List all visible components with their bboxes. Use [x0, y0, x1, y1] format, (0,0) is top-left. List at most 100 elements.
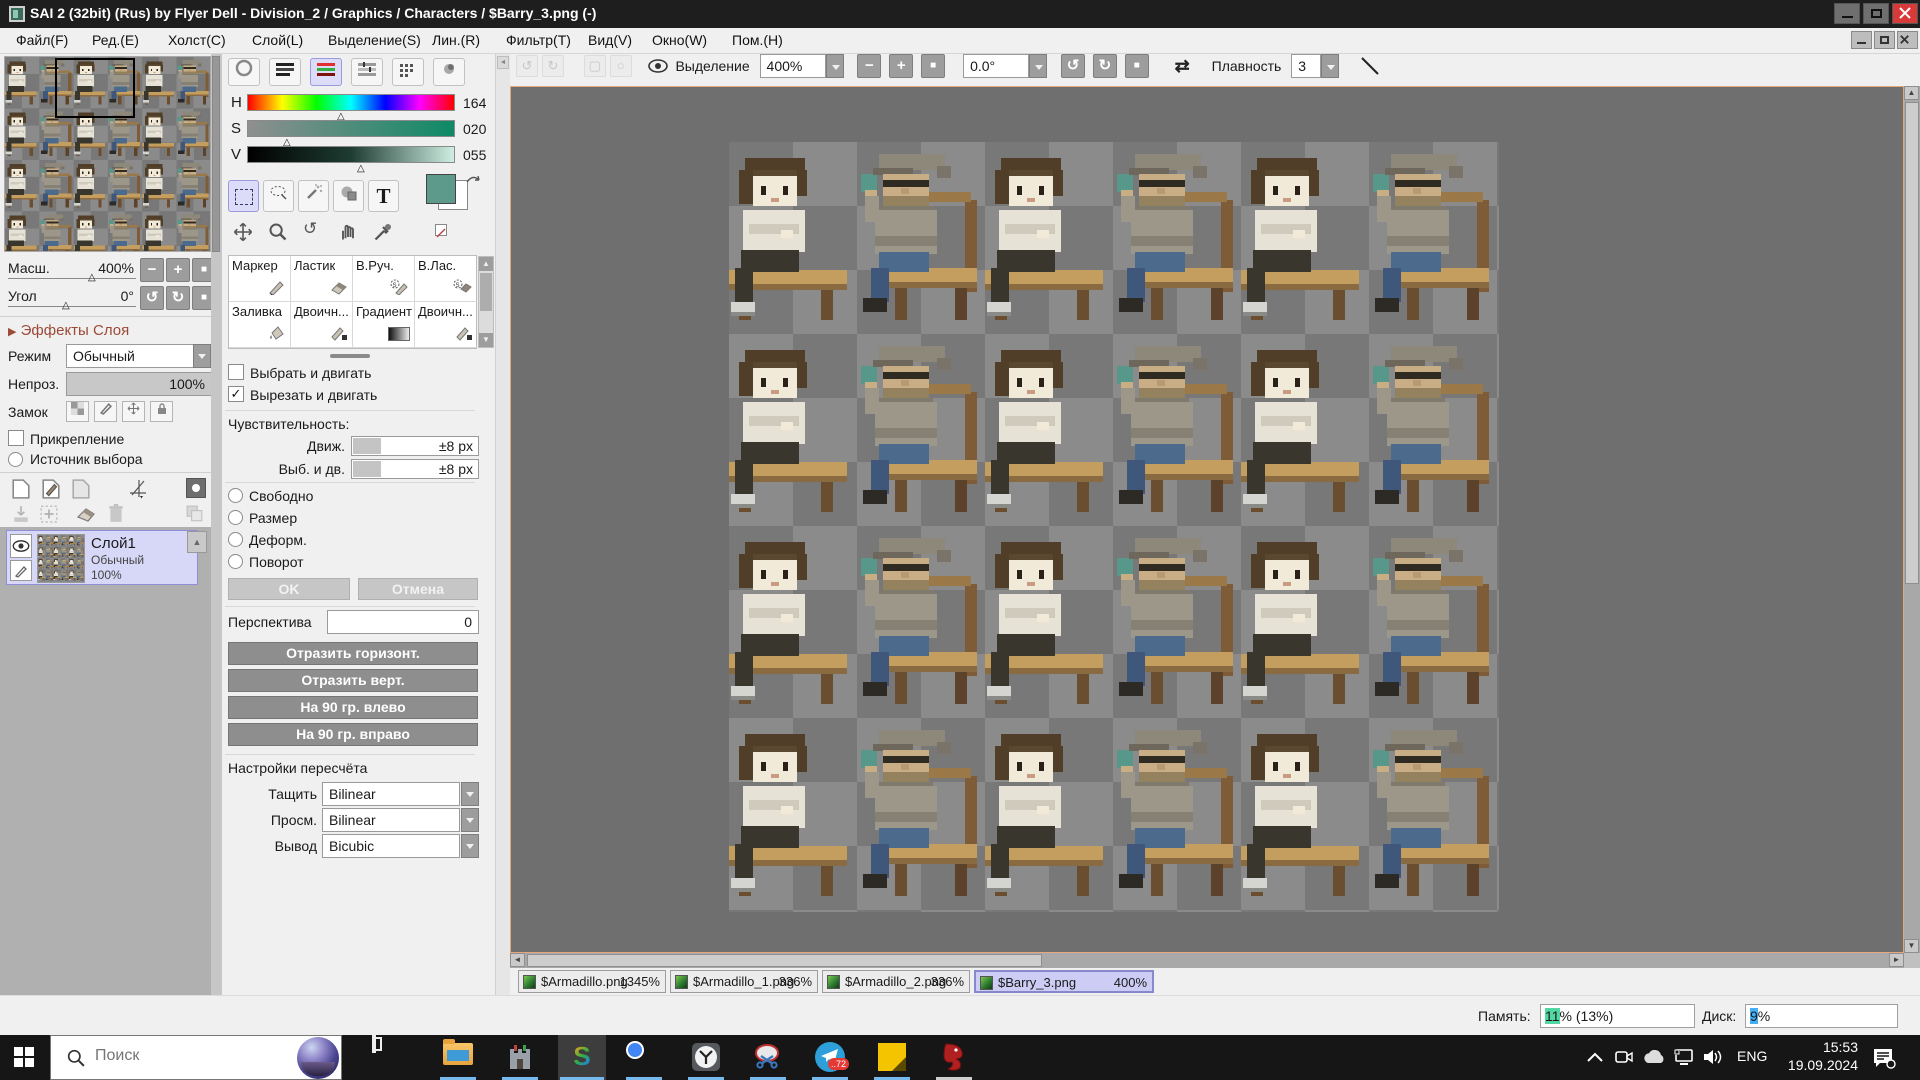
- maximize-button[interactable]: [1863, 3, 1889, 24]
- meet-now-icon[interactable]: [1614, 1048, 1634, 1066]
- opacity-slider[interactable]: 100%: [66, 372, 212, 396]
- tab-armadillo-2[interactable]: $Armadillo_2.png 336%: [822, 970, 970, 993]
- mixer-slider-tab[interactable]: [351, 58, 383, 86]
- cut-and-move-checkbox[interactable]: ✓: [228, 386, 244, 402]
- rotate-cw-button[interactable]: ↻: [1093, 54, 1117, 78]
- smoothness-combo[interactable]: 3: [1291, 54, 1321, 78]
- scale-plus-button[interactable]: +: [166, 258, 190, 282]
- taskbar-telegram[interactable]: ..72: [806, 1035, 854, 1080]
- navigator-view-rect[interactable]: [55, 58, 135, 118]
- redo-icon[interactable]: ↻: [542, 55, 564, 77]
- new-layer-icon[interactable]: [12, 479, 30, 499]
- tool-binary-pen2[interactable]: Двоичн...: [415, 302, 477, 348]
- scroll-up-icon[interactable]: ▲: [479, 257, 493, 271]
- rect-select-tool[interactable]: [228, 180, 259, 212]
- angle-ccw-button[interactable]: ↺: [140, 286, 164, 310]
- menu-canvas[interactable]: Холст(C): [168, 32, 226, 48]
- tray-expand-chevron-icon[interactable]: [1586, 1051, 1604, 1063]
- tool-grid-scrollbar[interactable]: ▲ ▼: [478, 256, 494, 348]
- task-view-button[interactable]: [372, 1035, 420, 1080]
- zoom-reset-button[interactable]: ■: [921, 54, 945, 78]
- canvas-vertical-scrollbar[interactable]: ▲ ▼: [1904, 86, 1920, 953]
- flip-horizontal-icon[interactable]: ⇄: [1175, 56, 1190, 77]
- menu-window[interactable]: Окно(W): [652, 32, 707, 48]
- angle-combo[interactable]: 0.0°: [963, 54, 1029, 78]
- scale-minus-button[interactable]: −: [140, 258, 164, 282]
- scale-transform-radio[interactable]: [228, 510, 243, 525]
- view-quality-select[interactable]: Bilinear: [322, 808, 460, 832]
- menu-help[interactable]: Пом.(H): [732, 32, 783, 48]
- layer-effects-header[interactable]: ▶ Эффекты Слоя: [8, 322, 129, 339]
- lock-move-button[interactable]: [122, 401, 145, 422]
- select-and-move-checkbox[interactable]: [228, 364, 244, 380]
- panel-collapse-icon[interactable]: ◄: [497, 56, 509, 69]
- rotate-view-icon[interactable]: ↺: [303, 219, 317, 239]
- clear-layer-icon[interactable]: [76, 505, 96, 523]
- blend-mode-dropdown-icon[interactable]: [193, 344, 211, 368]
- tool-gradient[interactable]: Градиент: [353, 302, 415, 348]
- transparent-color-swatch[interactable]: [435, 224, 447, 236]
- hand-tool-icon[interactable]: [338, 222, 358, 242]
- onedrive-icon[interactable]: [1642, 1050, 1666, 1065]
- smoothness-dropdown-icon[interactable]: [1321, 54, 1339, 78]
- taskbar-file-explorer[interactable]: [434, 1035, 482, 1080]
- taskbar-game-app[interactable]: [496, 1035, 544, 1080]
- rgb-slider-tab[interactable]: [310, 58, 342, 86]
- swap-colors-icon[interactable]: [465, 172, 481, 186]
- menu-file[interactable]: Файл(F): [16, 32, 68, 48]
- guide-tool-icon[interactable]: [128, 477, 150, 499]
- doc-minimize-button[interactable]: [1851, 31, 1872, 49]
- zoom-in-button[interactable]: +: [889, 54, 913, 78]
- rotate-ccw-button[interactable]: ↺: [1061, 54, 1085, 78]
- lock-paint-button[interactable]: [94, 401, 117, 422]
- magic-wand-tool[interactable]: [298, 180, 329, 212]
- swatches-tab[interactable]: [392, 58, 424, 86]
- layer-edit-indicator[interactable]: [10, 560, 32, 581]
- view-quality-dropdown-icon[interactable]: [461, 808, 479, 832]
- eyedropper-icon[interactable]: [373, 222, 393, 242]
- flip-horizontal-button[interactable]: Отразить горизонт.: [228, 642, 478, 665]
- text-tool[interactable]: T: [368, 180, 399, 212]
- horizontal-scrollbar-thumb[interactable]: [527, 954, 1042, 967]
- tool-marker[interactable]: Маркер: [229, 256, 291, 302]
- angle-reset-button[interactable]: ■: [1125, 54, 1149, 78]
- taskbar-dragon-app[interactable]: [930, 1035, 978, 1080]
- angle-cw-button[interactable]: ↻: [166, 286, 190, 310]
- grey-slider-tab[interactable]: [269, 58, 301, 86]
- taskbar-snipping-tool[interactable]: [744, 1035, 792, 1080]
- rotate-90-left-button[interactable]: На 90 гр. влево: [228, 696, 478, 719]
- selection-source-radio[interactable]: [8, 452, 23, 467]
- scale-slider[interactable]: [8, 278, 136, 279]
- sprite-sheet-canvas[interactable]: [729, 142, 1499, 912]
- panel-resize-grip[interactable]: [330, 354, 370, 358]
- menu-layer[interactable]: Слой(L): [252, 32, 303, 48]
- taskbar-clock-app[interactable]: [682, 1035, 730, 1080]
- select-all-icon[interactable]: ▢: [584, 55, 606, 77]
- delete-layer-icon[interactable]: [108, 504, 124, 523]
- zoom-out-button[interactable]: −: [857, 54, 881, 78]
- navigator-preview[interactable]: [4, 56, 211, 252]
- language-indicator[interactable]: ENG: [1737, 1048, 1767, 1064]
- blend-mode-select[interactable]: Обычный: [66, 344, 212, 368]
- deselect-icon[interactable]: ○: [610, 55, 632, 77]
- minimize-button[interactable]: [1834, 3, 1860, 24]
- layer-visibility-toggle[interactable]: [10, 534, 32, 558]
- angle-slider[interactable]: [8, 306, 136, 307]
- visibility-eye-icon[interactable]: [648, 59, 668, 73]
- deform-transform-radio[interactable]: [228, 532, 243, 547]
- taskbar-sticky-notes[interactable]: [868, 1035, 916, 1080]
- layer-mask-button[interactable]: [186, 478, 206, 498]
- tool-fill[interactable]: Заливка: [229, 302, 291, 348]
- network-icon[interactable]: [1674, 1049, 1694, 1066]
- search-highlight-image[interactable]: [297, 1037, 339, 1079]
- perspective-input[interactable]: 0: [327, 610, 479, 634]
- canvas-viewport[interactable]: [510, 86, 1904, 953]
- doc-close-button[interactable]: [1897, 31, 1918, 49]
- tool-eraser[interactable]: Ластик: [291, 256, 353, 302]
- taskbar-search[interactable]: [50, 1035, 342, 1080]
- taskbar-chrome[interactable]: [620, 1035, 668, 1080]
- start-button[interactable]: [0, 1035, 48, 1080]
- canvas-horizontal-scrollbar[interactable]: ◄ ►: [510, 953, 1904, 968]
- scroll-down-icon[interactable]: ▼: [479, 333, 493, 347]
- tool-vector-eraser[interactable]: В.Лас.S: [415, 256, 477, 302]
